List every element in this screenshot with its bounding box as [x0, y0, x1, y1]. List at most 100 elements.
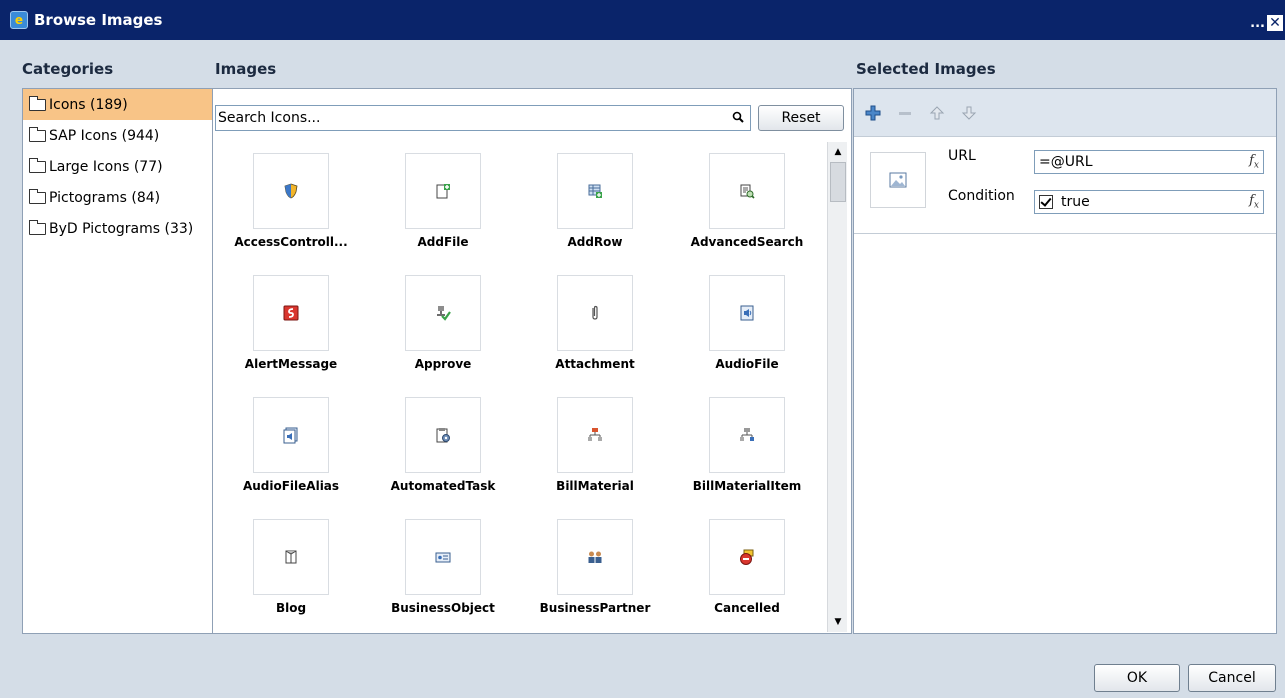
- scroll-down-arrow-icon[interactable]: ▼: [830, 614, 846, 630]
- icon-item-audiofilealias[interactable]: AudioFileAlias: [231, 397, 351, 517]
- selected-image-row[interactable]: URL =@URL fx Condition true fx: [854, 138, 1276, 234]
- category-label: SAP Icons (944): [49, 127, 160, 144]
- business-object-icon: [435, 552, 451, 563]
- reset-button[interactable]: Reset: [758, 105, 844, 131]
- icon-item-attachment[interactable]: Attachment: [535, 275, 655, 395]
- bill-material-icon: [588, 428, 602, 441]
- icon-tile: [557, 275, 633, 351]
- cancelled-icon: [740, 549, 754, 565]
- icon-item-automatedtask[interactable]: AutomatedTask: [383, 397, 503, 517]
- alert-message-icon: [283, 305, 299, 321]
- condition-label: Condition: [948, 188, 1015, 204]
- icon-tile: [709, 275, 785, 351]
- blog-icon: [285, 550, 297, 564]
- business-partner-icon: [588, 551, 602, 563]
- search-icon[interactable]: [732, 111, 744, 123]
- icon-tile: [253, 275, 329, 351]
- icon-item-addrow[interactable]: AddRow: [535, 153, 655, 273]
- icon-label: BillMaterial: [556, 479, 634, 493]
- icon-label: AlertMessage: [244, 357, 338, 371]
- paperclip-icon: [592, 305, 598, 320]
- folder-icon: [29, 126, 46, 142]
- icon-label: BusinessPartner: [539, 601, 651, 615]
- icon-tile: [557, 153, 633, 229]
- browser-app-icon: e: [10, 11, 28, 29]
- condition-checkbox[interactable]: [1039, 195, 1053, 209]
- minimize-button[interactable]: ...: [1250, 16, 1265, 31]
- ok-button[interactable]: OK: [1094, 664, 1180, 692]
- icon-tile: [709, 397, 785, 473]
- category-label: Pictograms (84): [49, 189, 161, 206]
- approve-icon: [437, 306, 451, 321]
- scroll-thumb[interactable]: [830, 162, 846, 202]
- category-item-large-icons[interactable]: Large Icons (77): [23, 151, 212, 182]
- close-button[interactable]: ✕: [1267, 15, 1283, 31]
- folder-icon: [29, 219, 46, 235]
- icon-tile: [709, 519, 785, 595]
- icon-label: AudioFileAlias: [242, 479, 340, 493]
- icon-label: Cancelled: [714, 601, 780, 615]
- category-label: Large Icons (77): [49, 158, 163, 175]
- add-row-icon: [588, 184, 602, 198]
- search-input[interactable]: [216, 107, 721, 129]
- condition-value: true: [1061, 194, 1090, 210]
- icon-item-audiofile[interactable]: AudioFile: [687, 275, 807, 395]
- minus-icon: [899, 111, 911, 115]
- icon-label: AccessControll...: [234, 235, 348, 249]
- icon-tile: [253, 519, 329, 595]
- category-item-sap-icons[interactable]: SAP Icons (944): [23, 120, 212, 151]
- category-label: Icons (189): [49, 96, 128, 113]
- remove-image-button[interactable]: [896, 104, 914, 122]
- categories-list: Icons (189) SAP Icons (944) Large Icons …: [22, 88, 213, 634]
- arrow-up-icon: [929, 105, 945, 119]
- title-bar: e Browse Images ... ✕: [0, 0, 1285, 40]
- add-image-button[interactable]: [864, 104, 882, 122]
- icon-item-addfile[interactable]: AddFile: [383, 153, 503, 273]
- plus-icon: [865, 105, 881, 120]
- condition-field[interactable]: true fx: [1034, 190, 1264, 214]
- image-placeholder-icon: [889, 172, 907, 188]
- image-thumbnail: [870, 152, 926, 208]
- search-box: [215, 105, 751, 131]
- icon-item-accesscontrol[interactable]: AccessControll...: [231, 153, 351, 273]
- icon-item-alertmessage[interactable]: AlertMessage: [231, 275, 351, 395]
- category-item-byd-pictograms[interactable]: ByD Pictograms (33): [23, 213, 212, 244]
- images-panel: Reset AccessControll... AddFile: [212, 88, 852, 634]
- window-title: Browse Images: [34, 11, 163, 29]
- icon-label: AddRow: [567, 235, 623, 249]
- url-value: =@URL: [1039, 154, 1093, 170]
- icon-item-businesspartner[interactable]: BusinessPartner: [535, 519, 655, 639]
- folder-icon: [29, 188, 46, 204]
- categories-header: Categories: [22, 60, 114, 78]
- icon-item-advancedsearch[interactable]: AdvancedSearch: [687, 153, 807, 273]
- icon-tile: [405, 153, 481, 229]
- dialog-footer: OK Cancel: [0, 646, 1285, 698]
- vertical-scrollbar[interactable]: ▲ ▼: [827, 142, 847, 632]
- category-item-icons[interactable]: Icons (189): [23, 89, 212, 120]
- icon-item-billmaterialitem[interactable]: BillMaterialItem: [687, 397, 807, 517]
- icon-tile: [405, 275, 481, 351]
- icon-item-cancelled[interactable]: Cancelled: [687, 519, 807, 639]
- folder-icon: [29, 95, 46, 111]
- category-item-pictograms[interactable]: Pictograms (84): [23, 182, 212, 213]
- icon-tile: [405, 397, 481, 473]
- audio-file-icon: [740, 305, 754, 321]
- icon-label: AddFile: [417, 235, 469, 249]
- icon-item-blog[interactable]: Blog: [231, 519, 351, 639]
- formula-icon[interactable]: fx: [1249, 193, 1259, 211]
- icon-tile: [557, 397, 633, 473]
- cancel-button[interactable]: Cancel: [1188, 664, 1276, 692]
- icon-item-billmaterial[interactable]: BillMaterial: [535, 397, 655, 517]
- scroll-up-arrow-icon[interactable]: ▲: [830, 144, 846, 160]
- move-down-button[interactable]: [960, 104, 978, 122]
- bill-material-item-icon: [740, 428, 754, 441]
- icon-item-approve[interactable]: Approve: [383, 275, 503, 395]
- shield-icon: [284, 183, 298, 199]
- formula-icon[interactable]: fx: [1249, 153, 1259, 171]
- icon-label: BillMaterialItem: [692, 479, 802, 493]
- move-up-button[interactable]: [928, 104, 946, 122]
- url-field[interactable]: =@URL fx: [1034, 150, 1264, 174]
- icon-label: AutomatedTask: [390, 479, 496, 493]
- icon-tile: [253, 153, 329, 229]
- icon-item-businessobject[interactable]: BusinessObject: [383, 519, 503, 639]
